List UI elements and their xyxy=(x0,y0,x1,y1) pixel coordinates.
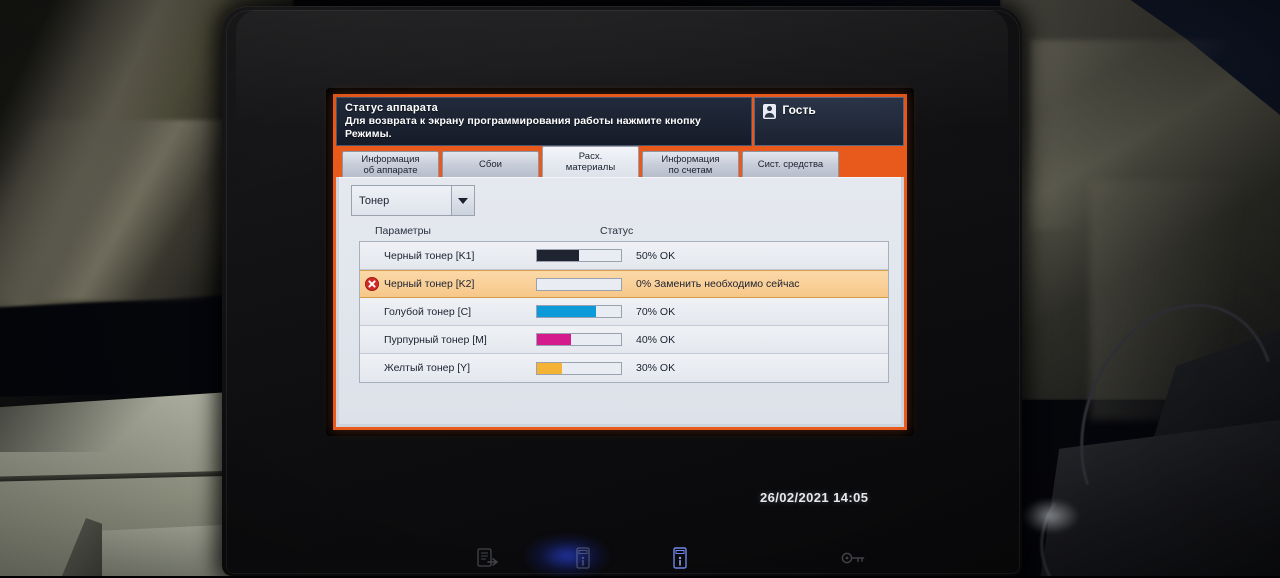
tab-billing-information[interactable]: Информация по счетам xyxy=(642,151,739,177)
services-home-icon xyxy=(673,547,687,569)
tab-bar: Информация об аппарате Сбои Расх. матери… xyxy=(336,146,904,177)
log-in-out-button[interactable] xyxy=(826,540,882,576)
page-title: Статус аппарата xyxy=(345,102,438,114)
chevron-down-icon xyxy=(458,197,468,204)
supply-name: Голубой тонер [C] xyxy=(384,305,472,318)
user-name: Гость xyxy=(782,103,816,117)
user-badge[interactable]: Гость xyxy=(754,97,904,146)
machine-status-button[interactable] xyxy=(555,540,611,576)
toner-level-fill xyxy=(537,362,563,374)
clock-display: 26/02/2021 14:05 xyxy=(760,490,869,505)
status-header: Статус аппарата Для возврата к экрану пр… xyxy=(336,97,904,146)
table-row[interactable]: Черный тонер [K1] 50% OK xyxy=(360,242,888,270)
table-column-headers: Параметры Статус xyxy=(375,225,891,237)
tab-label-line1: Информация xyxy=(361,153,420,165)
table-row[interactable]: Пурпурный тонер [M] 40% OK xyxy=(360,326,888,354)
touch-screen[interactable]: Статус аппарата Для возврата к экрану пр… xyxy=(333,94,907,430)
supply-type-dropdown-button[interactable] xyxy=(451,186,474,215)
column-header-status: Статус xyxy=(600,225,634,237)
table-row[interactable]: Голубой тонер [C] 70% OK xyxy=(360,298,888,326)
services-home-button[interactable] xyxy=(652,540,708,576)
user-icon xyxy=(763,104,777,119)
supply-status: 40% OK xyxy=(636,333,676,346)
supply-status: 70% OK xyxy=(636,305,676,318)
tab-label-line1: Расх. xyxy=(578,151,603,162)
tab-machine-information[interactable]: Информация об аппарате xyxy=(342,151,439,177)
toner-level-bar xyxy=(536,361,622,375)
job-status-button[interactable] xyxy=(460,540,516,576)
toner-level-fill xyxy=(537,334,571,345)
supplies-pane: Тонер Параметры Статус Черный тонер [K1]… xyxy=(339,177,901,424)
log-in-out-key-icon xyxy=(841,552,865,564)
tab-faults[interactable]: Сбои xyxy=(442,151,539,177)
machine-status-icon xyxy=(576,547,590,569)
supplies-table: Черный тонер [K1] 50% OK Черный тонер [K… xyxy=(359,241,889,383)
error-icon xyxy=(365,277,379,291)
supply-name: Черный тонер [K2] xyxy=(384,278,475,290)
job-status-icon xyxy=(477,548,498,567)
toner-level-bar xyxy=(536,249,622,262)
tab-label-line2: об аппарате xyxy=(363,164,418,176)
tab-tools[interactable]: Сист. средства xyxy=(742,151,839,177)
tab-label-line2: материалы xyxy=(565,162,616,173)
supply-status: 0% Заменить необходимо сейчас xyxy=(636,278,800,290)
supply-type-dropdown[interactable]: Тонер xyxy=(351,185,475,216)
screen-content: Статус аппарата Для возврата к экрану пр… xyxy=(336,97,904,427)
tab-label-line1: Сист. средства xyxy=(757,159,824,170)
tab-label-line2: по счетам xyxy=(668,164,713,176)
supply-status: 50% OK xyxy=(636,249,676,262)
header-instruction: Для возврата к экрану программирования р… xyxy=(345,115,701,140)
tab-label-line1: Информация xyxy=(661,153,720,165)
toner-level-bar xyxy=(536,305,622,318)
supply-type-value: Тонер xyxy=(359,194,390,207)
supply-name: Черный тонер [K1] xyxy=(384,249,475,262)
supply-status: 30% OK xyxy=(636,362,676,374)
toner-level-bar xyxy=(536,333,622,346)
row-icon-slot xyxy=(360,277,384,291)
hardware-button-row xyxy=(330,540,916,576)
tab-label-line1: Сбои xyxy=(479,159,502,170)
supply-name: Желтый тонер [Y] xyxy=(384,362,471,374)
table-row[interactable]: Черный тонер [K2] 0% Заменить необходимо… xyxy=(360,270,888,298)
tab-supplies[interactable]: Расх. материалы xyxy=(542,146,639,177)
supply-name: Пурпурный тонер [M] xyxy=(384,333,487,346)
toner-level-fill xyxy=(537,306,596,317)
light-reflection xyxy=(1020,498,1080,534)
toner-level-fill xyxy=(537,250,579,261)
column-header-parameters: Параметры xyxy=(375,225,431,237)
machine-status-banner: Статус аппарата Для возврата к экрану пр… xyxy=(336,97,753,146)
printer-body-shadow xyxy=(0,392,230,452)
table-row[interactable]: Желтый тонер [Y] 30% OK xyxy=(360,354,888,382)
toner-level-bar xyxy=(536,277,622,291)
